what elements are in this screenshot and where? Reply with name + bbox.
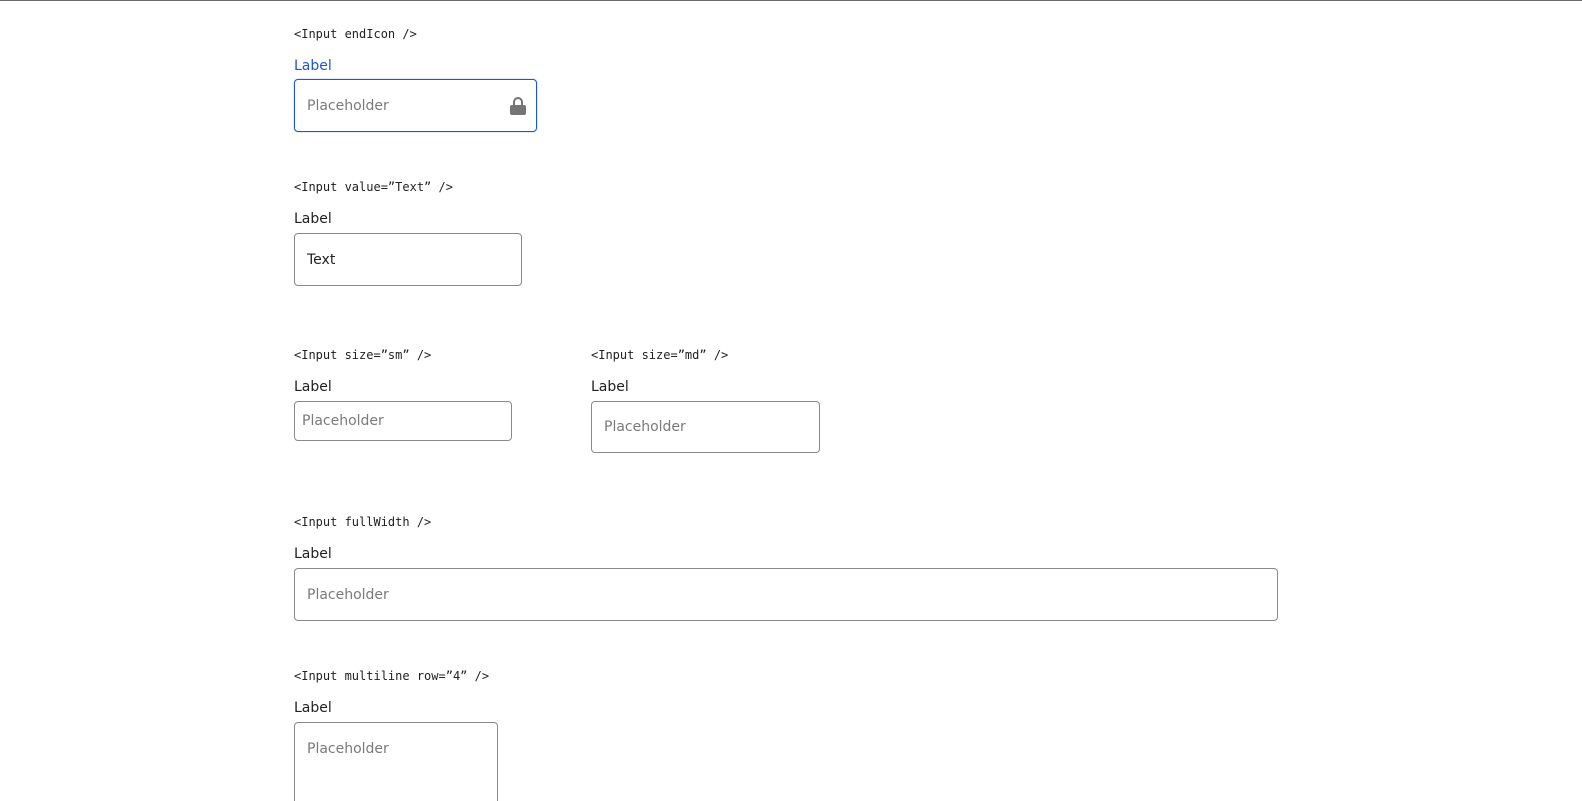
input-size-md[interactable]	[591, 401, 820, 453]
field-label-end-icon: Label	[294, 58, 332, 74]
code-caption-end-icon: <Input endIcon />	[294, 27, 417, 41]
code-caption-full-width: <Input fullWidth />	[294, 515, 432, 529]
end-icon-text-input[interactable]	[307, 97, 524, 114]
input-with-value[interactable]	[294, 233, 522, 286]
textarea-multiline[interactable]	[294, 722, 498, 801]
field-label-size-sm: Label	[294, 379, 332, 395]
input-end-icon[interactable]	[294, 79, 537, 132]
top-divider	[0, 0, 1582, 1]
code-caption-value: <Input value=”Text” />	[294, 180, 453, 194]
size-sm-text-input[interactable]	[302, 413, 504, 429]
code-caption-size-sm: <Input size=”sm” />	[294, 348, 432, 362]
full-width-text-input[interactable]	[307, 586, 1265, 603]
code-caption-multiline: <Input multiline row=”4” />	[294, 669, 490, 683]
field-label-value: Label	[294, 211, 332, 227]
size-md-text-input[interactable]	[604, 419, 807, 435]
field-label-full-width: Label	[294, 546, 332, 562]
multiline-textarea[interactable]	[307, 741, 485, 801]
lock-icon	[510, 96, 526, 115]
value-text-input[interactable]	[307, 251, 509, 268]
input-size-sm[interactable]	[294, 401, 512, 441]
field-label-multiline: Label	[294, 700, 332, 716]
input-full-width[interactable]	[294, 568, 1278, 621]
field-label-size-md: Label	[591, 379, 629, 395]
code-caption-size-md: <Input size=”md” />	[591, 348, 729, 362]
